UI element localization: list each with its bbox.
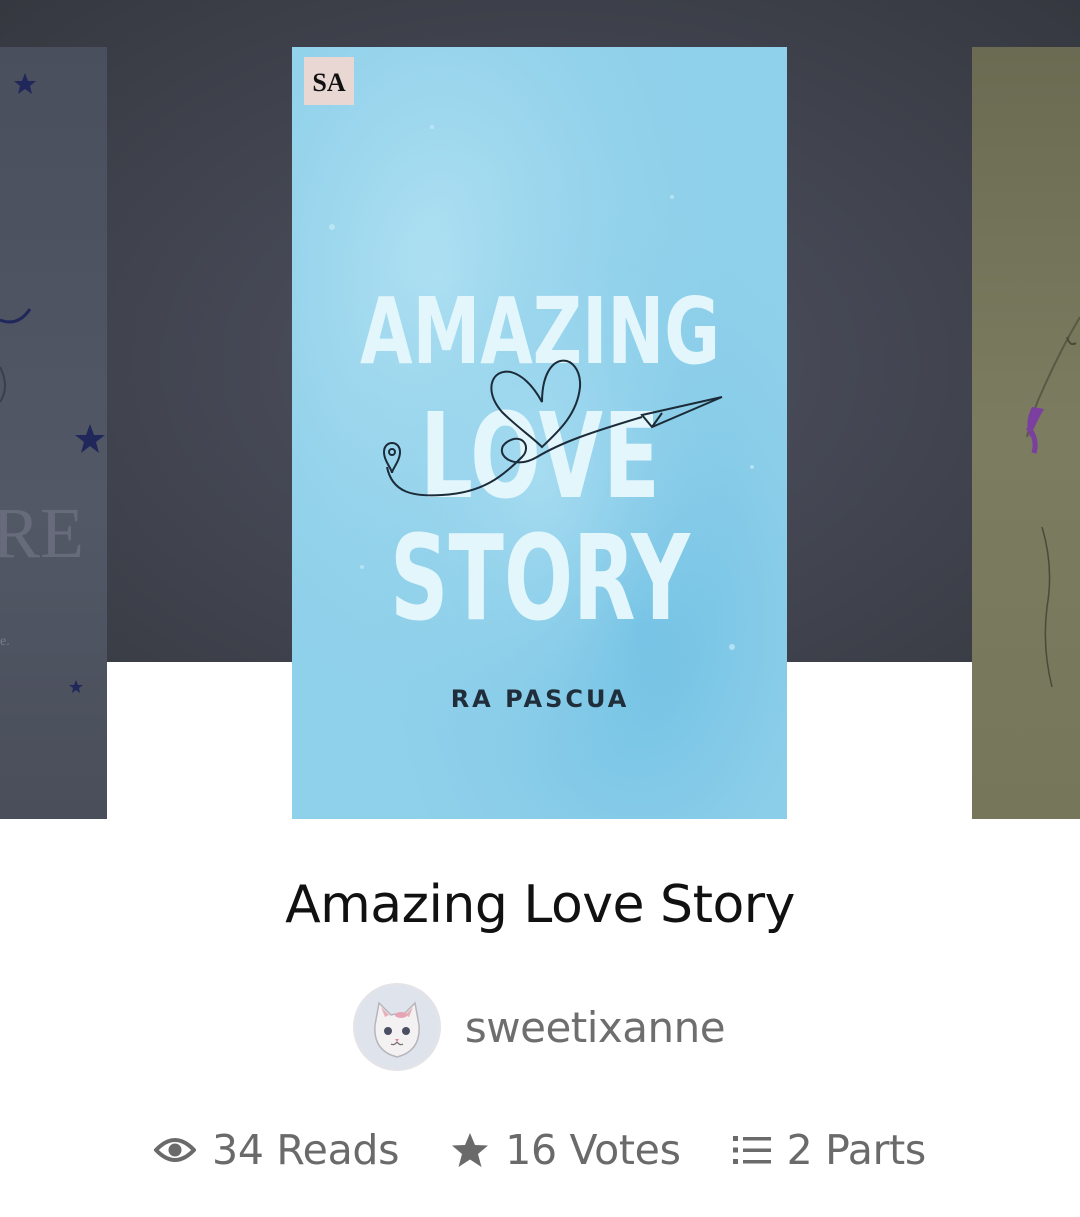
reads-stat: 34 Reads xyxy=(154,1126,400,1174)
cover-title-line-1: AMAZING xyxy=(360,278,720,385)
list-icon xyxy=(732,1134,771,1166)
cover-author: RA PASCUA xyxy=(451,685,630,713)
left-cover-title-fragment: RE xyxy=(0,493,84,573)
publisher-badge-icon: SA xyxy=(304,57,354,105)
eye-icon xyxy=(154,1135,197,1165)
book-title: Amazing Love Story xyxy=(285,875,795,935)
cover-title-line-3: STORY xyxy=(390,509,691,647)
parts-stat[interactable]: 2 Parts xyxy=(732,1126,927,1174)
votes-count: 16 Votes xyxy=(505,1126,681,1174)
votes-stat: 16 Votes xyxy=(451,1126,681,1174)
svg-text:SA: SA xyxy=(312,68,345,97)
cat-avatar-icon xyxy=(354,985,439,1069)
star-icon xyxy=(451,1132,489,1168)
book-cover[interactable]: SA AMAZING LOVE STORY RA PASCUA xyxy=(292,47,787,819)
svg-text:e.: e. xyxy=(0,634,10,649)
author-username[interactable]: sweetixanne xyxy=(465,1003,726,1052)
carousel-cover-previous[interactable]: RE e. xyxy=(0,47,107,819)
author-avatar[interactable] xyxy=(354,985,439,1069)
carousel-cover-next[interactable] xyxy=(972,47,1080,819)
author-row[interactable]: sweetixanne xyxy=(0,985,1080,1069)
reads-count: 34 Reads xyxy=(212,1126,400,1174)
story-stats: 34 Reads 16 Votes 2 Parts xyxy=(0,1120,1080,1180)
parts-count[interactable]: 2 Parts xyxy=(787,1126,927,1174)
